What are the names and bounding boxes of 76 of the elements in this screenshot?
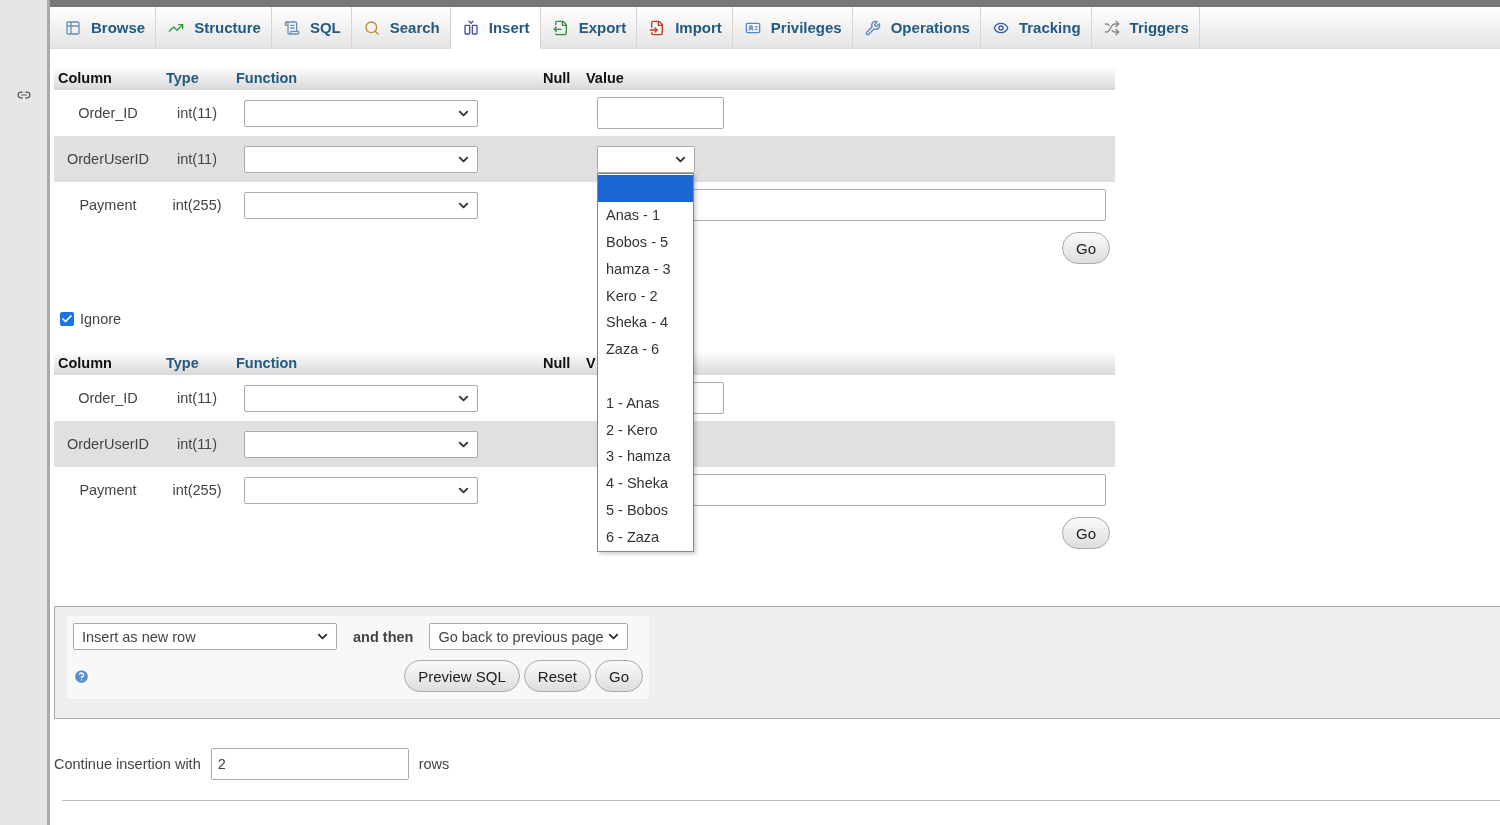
tab[interactable]: Search bbox=[351, 7, 451, 48]
dropdown-option[interactable]: 1 - Anas bbox=[598, 389, 693, 417]
insert-mode-dropdown[interactable]: Insert as new row bbox=[73, 623, 337, 650]
after-insert-dropdown[interactable]: Go back to previous page bbox=[429, 623, 629, 650]
column-header[interactable]: Function bbox=[236, 355, 298, 371]
file-arrow-icon bbox=[649, 19, 666, 36]
dropdown-option[interactable]: 4 - Sheka bbox=[598, 469, 693, 497]
column-header[interactable]: Type bbox=[166, 70, 199, 86]
wrench-icon bbox=[864, 19, 881, 36]
dropdown-option[interactable]: Bobos - 5 bbox=[598, 228, 693, 256]
function-dropdown[interactable] bbox=[244, 99, 478, 127]
column-type: int(11) bbox=[177, 436, 217, 452]
function-dropdown[interactable] bbox=[244, 430, 478, 458]
rows-label: rows bbox=[418, 756, 450, 772]
column-header[interactable]: Function bbox=[236, 70, 298, 86]
function-dropdown[interactable] bbox=[244, 191, 478, 219]
checkbox-label: Ignore bbox=[80, 311, 122, 327]
shuffle-icon bbox=[1103, 19, 1120, 36]
column-header: Column bbox=[58, 355, 112, 371]
search-icon bbox=[363, 19, 380, 36]
column-type: int(255) bbox=[172, 482, 222, 498]
tab[interactable]: Tracking bbox=[980, 7, 1092, 48]
continue-label: Continue insertion with bbox=[54, 756, 201, 772]
dropdown-option[interactable]: 6 - Zaza bbox=[598, 523, 693, 551]
dropdown-option[interactable]: 3 - hamza bbox=[598, 442, 693, 470]
value-field[interactable] bbox=[597, 97, 724, 129]
column-header: Value bbox=[586, 70, 624, 86]
column-header: Null bbox=[543, 355, 571, 371]
rows-field[interactable]: 2 bbox=[210, 748, 409, 780]
action-button[interactable]: Go bbox=[595, 660, 643, 692]
column-header: Column bbox=[58, 70, 112, 86]
action-button[interactable]: Preview SQL bbox=[404, 660, 520, 692]
function-dropdown[interactable] bbox=[244, 476, 478, 504]
column-name: OrderUserID bbox=[66, 436, 150, 452]
link-icon[interactable] bbox=[16, 88, 31, 102]
column-name: Payment bbox=[79, 482, 137, 498]
dropdown-option[interactable]: hamza - 3 bbox=[598, 255, 693, 283]
tab[interactable]: SQL bbox=[271, 7, 352, 48]
dropdown-option[interactable]: Zaza - 6 bbox=[598, 335, 693, 363]
column-type: int(11) bbox=[177, 105, 217, 121]
column-type: int(255) bbox=[172, 197, 222, 213]
column-header[interactable]: Type bbox=[166, 355, 199, 371]
table-icon bbox=[65, 19, 81, 36]
tab[interactable]: Triggers bbox=[1091, 7, 1200, 48]
column-header: Null bbox=[543, 70, 571, 86]
tab[interactable]: Insert bbox=[450, 7, 541, 49]
tab[interactable]: Structure bbox=[156, 7, 272, 48]
go-button[interactable]: Go bbox=[1062, 232, 1110, 264]
scroll-icon bbox=[283, 19, 300, 36]
dropdown-option[interactable]: Anas - 1 bbox=[598, 201, 693, 229]
dropdown-option[interactable]: Sheka - 4 bbox=[598, 309, 693, 336]
value-dropdown[interactable] bbox=[597, 145, 695, 173]
dropdown-option[interactable]: 5 - Bobos bbox=[598, 496, 693, 524]
dropdown-option[interactable]: 2 - Kero bbox=[598, 416, 693, 443]
and-then-label: and then bbox=[353, 628, 414, 645]
go-button[interactable]: Go bbox=[1062, 517, 1110, 549]
ignore-checkbox[interactable] bbox=[60, 312, 74, 326]
column-name: Payment bbox=[79, 197, 137, 213]
dropdown-option[interactable]: Kero - 2 bbox=[598, 282, 693, 309]
file-arrow-icon bbox=[552, 19, 569, 36]
column-name: Order_ID bbox=[78, 105, 138, 121]
tab[interactable]: Export bbox=[540, 7, 638, 48]
column-name: OrderUserID bbox=[66, 151, 150, 167]
column-type: int(11) bbox=[177, 390, 217, 406]
tab[interactable]: Browse bbox=[53, 7, 157, 48]
column-header: V bbox=[586, 355, 596, 371]
function-dropdown[interactable] bbox=[244, 145, 478, 173]
function-dropdown[interactable] bbox=[244, 384, 478, 412]
columns-icon bbox=[462, 19, 479, 36]
action-button[interactable]: Reset bbox=[523, 660, 591, 692]
column-name: Order_ID bbox=[78, 390, 138, 406]
tab[interactable]: Privileges bbox=[732, 7, 853, 48]
help-icon[interactable] bbox=[73, 667, 90, 685]
column-type: int(11) bbox=[177, 151, 217, 167]
tab[interactable]: Operations bbox=[852, 7, 981, 48]
tab[interactable]: Import bbox=[637, 7, 733, 48]
